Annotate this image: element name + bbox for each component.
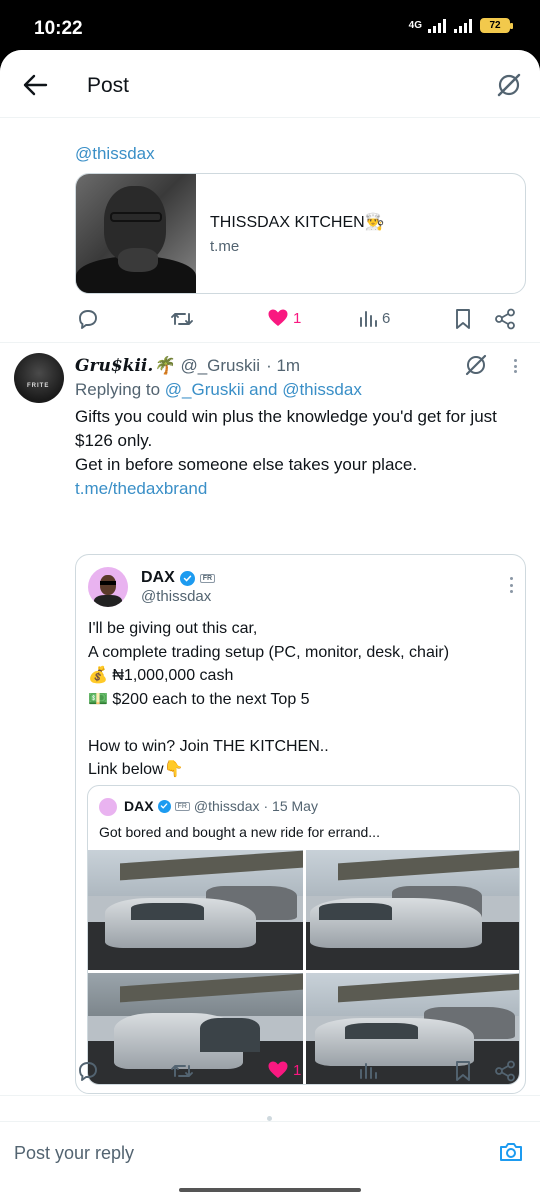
affiliate-badge: FR [199, 573, 216, 583]
affiliate-badge: FR [174, 801, 190, 811]
repost-action[interactable] [170, 308, 194, 330]
view-count: 6 [382, 309, 391, 327]
quoted-line: How to win? Join THE KITCHEN.. [88, 737, 329, 755]
divider [0, 342, 540, 343]
quoted-line [88, 711, 518, 735]
nested-quoted-post[interactable]: DAX FR @thissdax · 15 May Got bored and … [87, 785, 520, 1085]
link-card[interactable]: THISSDAX KITCHEN👨‍🍳 t.me [75, 173, 526, 294]
views-icon [360, 1063, 377, 1079]
views-icon [360, 311, 377, 327]
nested-avatar [99, 798, 117, 816]
mention-link[interactable]: @thissdax [75, 144, 155, 164]
signal-icon-2 [454, 18, 472, 33]
link-card-text: THISSDAX KITCHEN👨‍🍳 t.me [196, 174, 385, 293]
repost-icon [171, 1065, 193, 1077]
verified-icon [179, 570, 195, 586]
nested-handle: @thissdax [193, 798, 260, 814]
quoted-author: DAX FR [141, 569, 216, 587]
avatar-text: FRITE [27, 383, 50, 389]
link-card-domain: t.me [210, 238, 240, 255]
reply-line: Gifts you could win plus the knowledge y… [75, 407, 497, 450]
share-action[interactable] [494, 1060, 516, 1082]
like-action[interactable]: 1 [267, 308, 301, 328]
nested-text: Got bored and bought a new ride for erra… [99, 824, 380, 840]
share-icon [495, 308, 515, 330]
quoted-handle[interactable]: @thissdax [141, 588, 211, 605]
quoted-line: 💰 ₦1,000,000 cash [88, 667, 234, 684]
more-options-icon[interactable] [508, 356, 522, 376]
verified-icon [157, 799, 171, 813]
author-handle[interactable]: @_Gruskii [180, 356, 260, 376]
like-action[interactable]: 1 [267, 1060, 301, 1080]
avatar[interactable]: FRITE [14, 353, 64, 403]
post-time: · 1m [266, 356, 301, 375]
quoted-body: I'll be giving out this car, A complete … [88, 617, 518, 782]
grok-button[interactable] [494, 70, 524, 100]
camera-icon [500, 1143, 522, 1161]
status-bar: 10:22 4G 72 [0, 0, 540, 52]
quoted-more-icon[interactable] [506, 577, 516, 593]
link-card-image [76, 174, 196, 293]
nested-date: · 15 May [263, 798, 318, 814]
nested-author-name: DAX [124, 798, 154, 814]
repost-action[interactable] [170, 1060, 194, 1082]
bookmark-icon [456, 309, 470, 329]
replying-to-handles[interactable]: @_Gruskii and @thissdax [165, 380, 362, 399]
page-title: Post [87, 74, 130, 97]
home-indicator[interactable] [179, 1188, 361, 1192]
status-time: 10:22 [34, 18, 83, 39]
status-icons: 4G 72 [408, 18, 513, 33]
comment-icon [79, 1062, 97, 1081]
car-photo-4[interactable] [306, 973, 519, 1084]
bookmark-action[interactable] [454, 308, 472, 330]
quoted-author-name[interactable]: DAX [141, 569, 175, 587]
signal-icon [428, 18, 446, 33]
reply-line: Get in before someone else takes your pl… [75, 455, 418, 474]
reply-action[interactable] [77, 308, 99, 330]
quoted-line: Link below👇 [88, 761, 184, 778]
app-screen: Post @thissdax THISSDAX KITCHEN👨‍🍳 t.me … [0, 50, 540, 1200]
author-name[interactable]: Gru$kii.🌴 [75, 356, 174, 376]
grok-icon [465, 354, 487, 376]
reply-body: Gifts you could win plus the knowledge y… [75, 405, 525, 501]
quoted-post[interactable]: DAX FR @thissdax I'll be giving out this… [75, 554, 526, 1094]
reply-input[interactable] [14, 1140, 474, 1166]
reply-link[interactable]: t.me/thedaxbrand [75, 477, 525, 501]
divider [0, 1095, 540, 1096]
bookmark-action[interactable] [454, 1060, 472, 1082]
battery-icon: 72 [480, 18, 513, 33]
network-label: 4G [408, 19, 422, 31]
camera-button[interactable] [498, 1139, 524, 1165]
views-action[interactable] [358, 1060, 378, 1080]
link-card-title: THISSDAX KITCHEN👨‍🍳 [210, 214, 385, 231]
heart-icon [268, 309, 288, 326]
replying-to: Replying to @_Gruskii and @thissdax [75, 380, 362, 400]
back-button[interactable] [20, 70, 50, 100]
bookmark-icon [456, 1061, 470, 1081]
car-photo-2[interactable] [306, 850, 519, 970]
like-count: 1 [293, 1061, 302, 1079]
reply-action[interactable] [77, 1060, 99, 1082]
views-action[interactable]: 6 [358, 308, 390, 328]
reply-header: Gru$kii.🌴 @_Gruskii · 1m [75, 356, 300, 376]
photo-grid [88, 850, 519, 1084]
share-icon [495, 1060, 515, 1082]
replying-prefix: Replying to [75, 380, 165, 399]
top-bar: Post [0, 50, 540, 118]
grok-explain-button[interactable] [463, 352, 489, 378]
quoted-avatar[interactable] [88, 567, 128, 607]
nested-header: DAX FR @thissdax · 15 May [124, 798, 318, 814]
heart-icon [268, 1061, 288, 1078]
repost-icon [171, 313, 193, 325]
car-photo-1[interactable] [88, 850, 303, 970]
comment-icon [79, 310, 97, 329]
quoted-line: I'll be giving out this car, [88, 620, 258, 637]
quoted-line: 💵 $200 each to the next Top 5 [88, 690, 310, 708]
share-action[interactable] [494, 308, 516, 330]
quoted-line: A complete trading setup (PC, monitor, d… [88, 643, 450, 661]
like-count: 1 [293, 309, 302, 327]
reply-composer [0, 1121, 540, 1181]
grok-icon [497, 73, 521, 97]
arrow-left-icon [23, 74, 48, 96]
